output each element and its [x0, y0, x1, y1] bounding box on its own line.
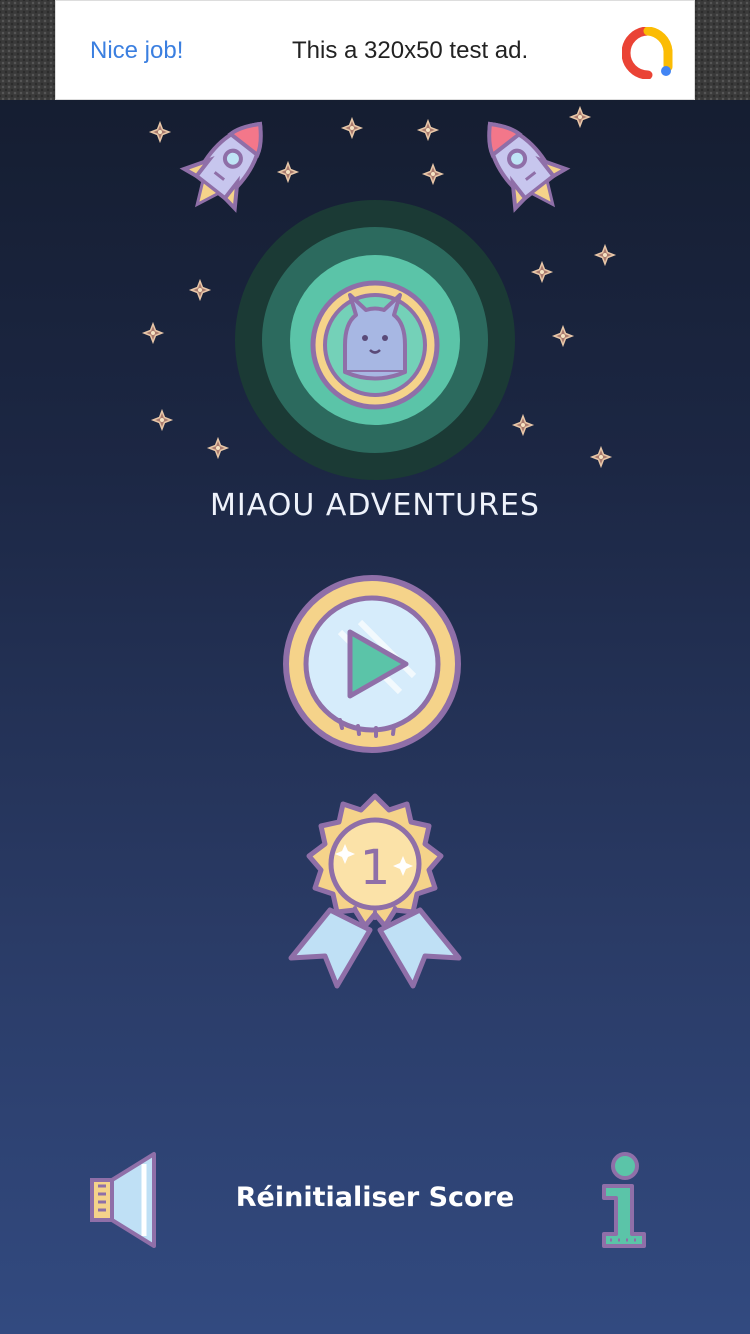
play-button[interactable] — [280, 572, 464, 756]
cat-icon — [343, 293, 407, 381]
ad-label[interactable]: Nice job! — [90, 37, 183, 65]
ad-banner[interactable]: Nice job! This a 320x50 test ad. — [55, 0, 695, 100]
sound-toggle-button[interactable] — [88, 1150, 160, 1250]
info-icon — [602, 1152, 646, 1248]
leaderboard-button[interactable]: 1 — [285, 790, 465, 990]
speaker-icon — [90, 1152, 156, 1248]
game-title: MIAOU ADVENTURES — [210, 488, 540, 523]
ad-text[interactable]: This a 320x50 test ad. — [292, 37, 528, 65]
medal-rank: 1 — [359, 840, 391, 896]
rocket-icon — [462, 102, 580, 227]
reset-score-button[interactable]: Réinitialiser Score — [200, 1182, 550, 1213]
adsense-logo-icon[interactable] — [622, 27, 674, 79]
rocket-icon — [170, 102, 288, 227]
info-button[interactable] — [596, 1152, 654, 1252]
